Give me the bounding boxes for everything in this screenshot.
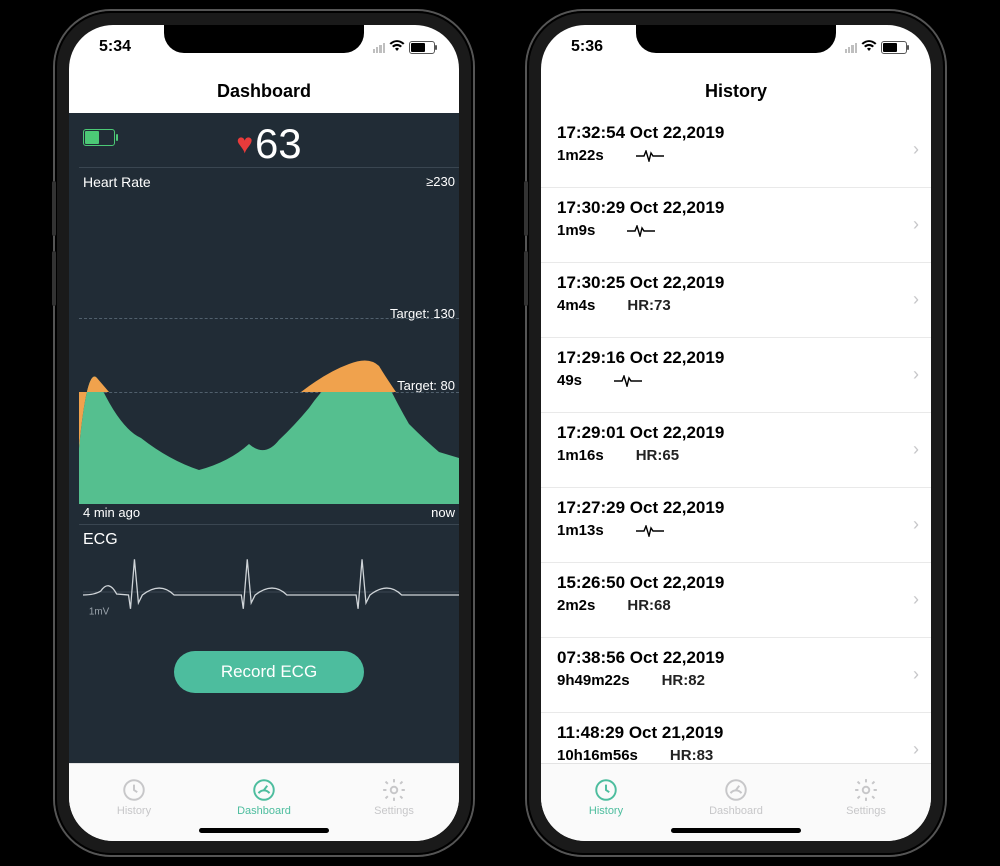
chevron-right-icon: › <box>913 364 919 385</box>
tab-label: Settings <box>374 805 414 817</box>
history-row[interactable]: 11:48:29 Oct 21,2019 10h16m56s HR:83 › <box>541 713 931 763</box>
history-duration: 9h49m22s <box>557 672 630 689</box>
gauge-icon <box>723 777 749 803</box>
history-list[interactable]: 17:32:54 Oct 22,20191m22s›17:30:29 Oct 2… <box>541 113 931 763</box>
wifi-icon <box>861 39 877 55</box>
tab-settings[interactable]: Settings <box>801 764 931 829</box>
battery-icon <box>409 41 435 54</box>
home-indicator[interactable] <box>199 828 329 833</box>
notch <box>164 25 364 53</box>
phone-dashboard: 5:34 Dashboard ♥ 63 Heart Rate <box>55 11 473 855</box>
history-hr: HR:82 <box>662 672 705 689</box>
tab-history[interactable]: History <box>69 764 199 829</box>
heart-rate-chart[interactable]: Heart Rate ≥230 Target: 130 Target: 80 3… <box>79 167 459 524</box>
history-duration: 4m4s <box>557 297 595 314</box>
history-timestamp: 15:26:50 Oct 22,2019 <box>557 573 901 593</box>
page-title: Dashboard <box>69 69 459 113</box>
history-duration: 2m2s <box>557 597 595 614</box>
heart-rate-value: 63 <box>255 120 302 168</box>
device-battery-icon <box>83 129 115 146</box>
chevron-right-icon: › <box>913 589 919 610</box>
tab-settings[interactable]: Settings <box>329 764 459 829</box>
clock-icon <box>121 777 147 803</box>
clock-icon <box>593 777 619 803</box>
history-timestamp: 11:48:29 Oct 21,2019 <box>557 723 901 743</box>
notch <box>636 25 836 53</box>
screen-history: 5:36 History 17:32:54 Oct 22,20191m22s›1… <box>541 25 931 841</box>
signal-icon <box>373 41 385 53</box>
tab-label: History <box>117 805 151 817</box>
gear-icon <box>381 777 407 803</box>
chevron-right-icon: › <box>913 664 919 685</box>
signal-icon <box>845 41 857 53</box>
heart-rate-readout: ♥ 63 <box>79 121 459 167</box>
history-duration: 1m13s <box>557 522 604 539</box>
tab-label: Dashboard <box>709 805 763 817</box>
tab-label: Dashboard <box>237 805 291 817</box>
tab-label: Settings <box>846 805 886 817</box>
history-row[interactable]: 17:29:01 Oct 22,2019 1m16s HR:65 › <box>541 413 931 488</box>
history-timestamp: 17:32:54 Oct 22,2019 <box>557 123 901 143</box>
history-row[interactable]: 17:30:25 Oct 22,2019 4m4s HR:73 › <box>541 263 931 338</box>
ecg-section[interactable]: ECG 1mV <box>79 524 459 639</box>
history-timestamp: 07:38:56 Oct 22,2019 <box>557 648 901 668</box>
history-hr: HR:73 <box>627 297 670 314</box>
tab-dashboard[interactable]: Dashboard <box>671 764 801 829</box>
history-duration: 1m16s <box>557 447 604 464</box>
battery-icon <box>881 41 907 54</box>
chevron-right-icon: › <box>913 739 919 760</box>
wifi-icon <box>389 39 405 55</box>
home-indicator[interactable] <box>671 828 801 833</box>
tab-dashboard[interactable]: Dashboard <box>199 764 329 829</box>
history-hr: HR:68 <box>627 597 670 614</box>
history-hr: HR:83 <box>670 747 713 763</box>
pulse-icon <box>636 150 664 162</box>
dashboard-body: ♥ 63 Heart Rate ≥230 Target: 130 Target:… <box>69 113 459 763</box>
chevron-right-icon: › <box>913 214 919 235</box>
page-title: History <box>541 69 931 113</box>
heart-icon: ♥ <box>236 128 253 160</box>
chevron-right-icon: › <box>913 514 919 535</box>
history-timestamp: 17:27:29 Oct 22,2019 <box>557 498 901 518</box>
screen-dashboard: 5:34 Dashboard ♥ 63 Heart Rate <box>69 25 459 841</box>
ecg-section-label: ECG <box>83 531 459 549</box>
chevron-right-icon: › <box>913 139 919 160</box>
history-duration: 1m9s <box>557 222 595 239</box>
record-ecg-button[interactable]: Record ECG <box>174 651 364 693</box>
history-row[interactable]: 15:26:50 Oct 22,2019 2m2s HR:68 › <box>541 563 931 638</box>
history-timestamp: 17:30:25 Oct 22,2019 <box>557 273 901 293</box>
status-right <box>845 39 907 55</box>
status-time: 5:36 <box>571 38 603 56</box>
pulse-icon <box>627 225 655 237</box>
pulse-icon <box>636 525 664 537</box>
history-row[interactable]: 17:32:54 Oct 22,2019 1m22s › <box>541 113 931 188</box>
history-timestamp: 17:29:01 Oct 22,2019 <box>557 423 901 443</box>
ecg-trace: 1mV <box>83 549 459 635</box>
status-right <box>373 39 435 55</box>
pulse-icon <box>614 375 642 387</box>
history-row[interactable]: 17:29:16 Oct 22,2019 49s › <box>541 338 931 413</box>
status-time: 5:34 <box>99 38 131 56</box>
history-hr: HR:65 <box>636 447 679 464</box>
history-duration: 49s <box>557 372 582 389</box>
history-row[interactable]: 17:27:29 Oct 22,2019 1m13s › <box>541 488 931 563</box>
history-duration: 10h16m56s <box>557 747 638 763</box>
gauge-icon <box>251 777 277 803</box>
gear-icon <box>853 777 879 803</box>
tab-label: History <box>589 805 623 817</box>
phone-history: 5:36 History 17:32:54 Oct 22,20191m22s›1… <box>527 11 945 855</box>
history-timestamp: 17:30:29 Oct 22,2019 <box>557 198 901 218</box>
history-timestamp: 17:29:16 Oct 22,2019 <box>557 348 901 368</box>
chevron-right-icon: › <box>913 439 919 460</box>
history-row[interactable]: 07:38:56 Oct 22,2019 9h49m22s HR:82 › <box>541 638 931 713</box>
ecg-scale-label: 1mV <box>89 607 110 618</box>
chevron-right-icon: › <box>913 289 919 310</box>
history-row[interactable]: 17:30:29 Oct 22,2019 1m9s › <box>541 188 931 263</box>
history-duration: 1m22s <box>557 147 604 164</box>
heart-rate-area <box>79 168 459 524</box>
tab-history[interactable]: History <box>541 764 671 829</box>
